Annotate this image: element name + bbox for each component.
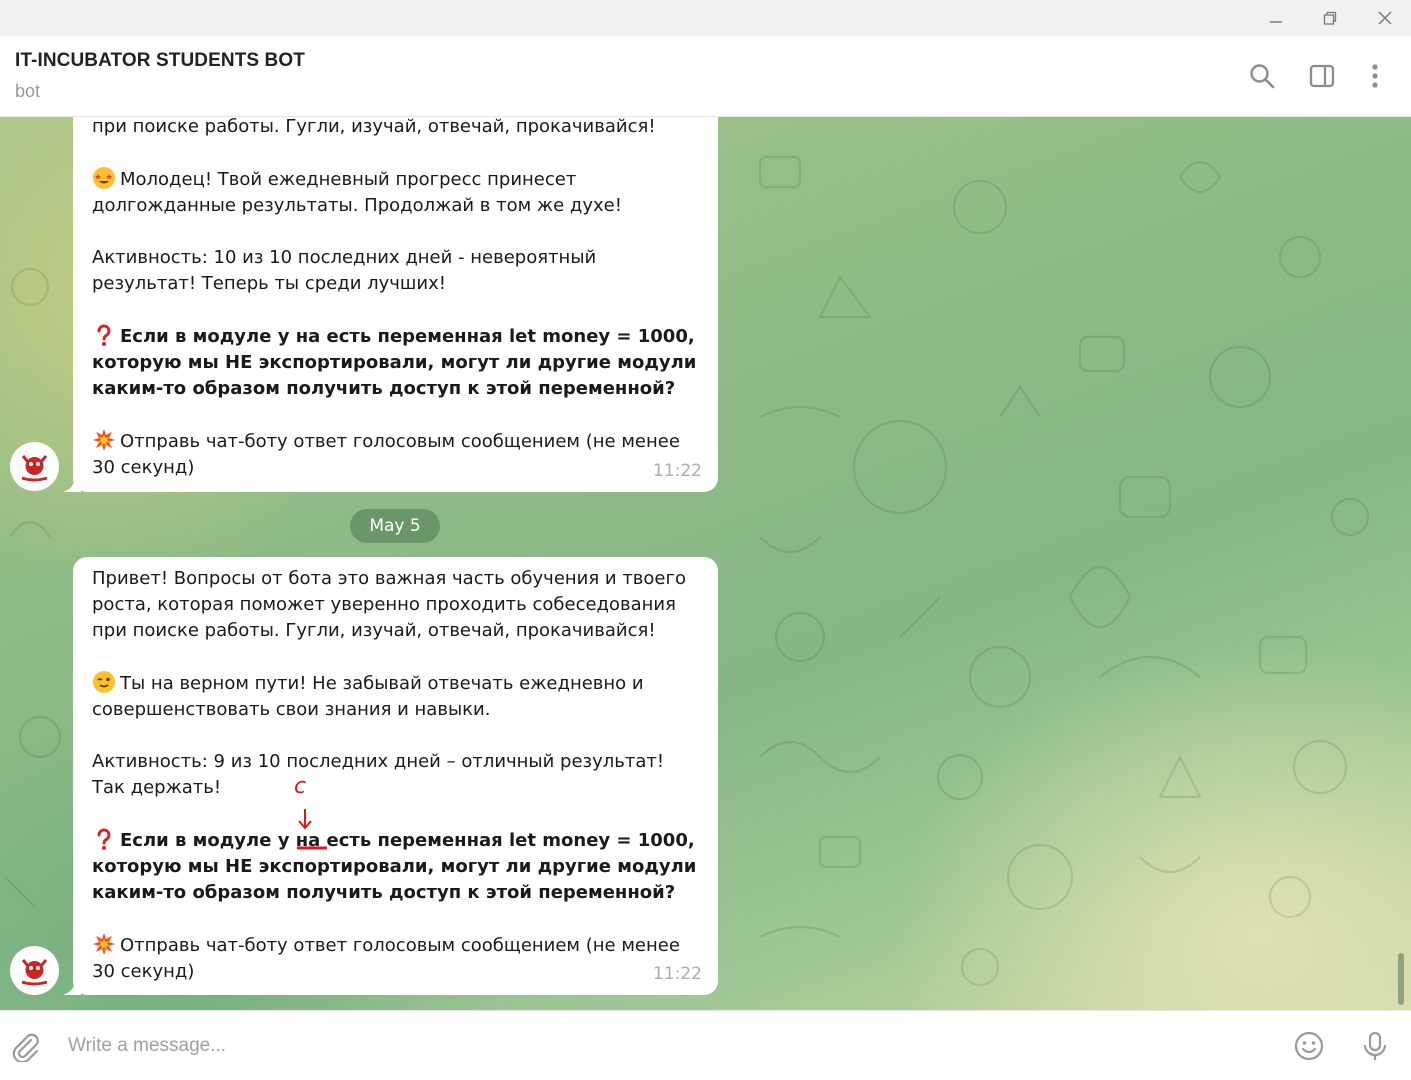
message-praise: Молодец! Твой ежедневный прогресс принес… — [92, 166, 698, 219]
chat-title[interactable]: IT-INCUBATOR STUDENTS BOT — [15, 50, 305, 72]
winking-face-emoji — [93, 671, 115, 693]
praise-text: Молодец! Твой ежедневный прогресс принес… — [92, 169, 622, 216]
red-question-mark-emoji — [97, 828, 111, 850]
attach-icon — [12, 1033, 39, 1062]
minimize-button[interactable] — [1253, 0, 1299, 36]
message-activity: Активность: 9 из 10 последних дней – отл… — [92, 749, 698, 801]
activity-count: 9 — [213, 751, 225, 772]
chat-status: bot — [15, 81, 41, 101]
activity-label: Активность: — [92, 751, 214, 772]
question-text-before: Если в модуле у на — [120, 830, 321, 851]
message-time: 11:22 — [653, 461, 702, 481]
activity-separator: из — [225, 751, 258, 772]
activity-label: Активность: — [92, 247, 214, 268]
activity-count: 10 — [213, 247, 237, 268]
bubble-tail — [63, 476, 81, 492]
sidebar-toggle-icon — [1309, 64, 1335, 88]
close-icon — [1378, 11, 1392, 25]
emoji-button[interactable] — [1290, 1027, 1328, 1065]
question-text: Если в модуле у на есть переменная let m… — [92, 830, 696, 903]
collision-emoji — [93, 933, 115, 955]
search-icon — [1250, 64, 1275, 89]
minimize-icon — [1270, 21, 1282, 23]
activity-separator: из — [236, 247, 270, 268]
message-intro: Привет! Вопросы от бота это важная часть… — [92, 568, 686, 641]
activity-total: 10 — [269, 247, 293, 268]
message-question: Если в модуле у на есть переменная let m… — [92, 827, 698, 906]
message-activity: Активность: 10 из 10 последних дней - не… — [92, 245, 698, 297]
bot-message[interactable]: при поиске работы. Гугли, изучай, отвеча… — [63, 117, 718, 492]
bot-avatar[interactable] — [10, 946, 59, 995]
more-options-button[interactable] — [1357, 58, 1393, 94]
search-button[interactable] — [1244, 58, 1280, 94]
message-praise: Ты на верном пути! Не забывай отвечать е… — [92, 670, 698, 723]
attach-button[interactable] — [6, 1027, 44, 1065]
chat-scrollbar-thumb[interactable] — [1398, 953, 1404, 1005]
message-composer — [0, 1010, 1411, 1080]
sidebar-toggle-button[interactable] — [1304, 58, 1340, 94]
window-titlebar — [0, 0, 1411, 36]
restore-button[interactable] — [1307, 0, 1353, 36]
message-task: Отправь чат-боту ответ голосовым сообщен… — [92, 932, 698, 985]
activity-total: 10 — [257, 751, 281, 772]
chat-scrollbar[interactable] — [1396, 117, 1406, 1010]
bot-message[interactable]: Привет! Вопросы от бота это важная часть… — [63, 557, 718, 995]
collision-emoji — [93, 429, 115, 451]
microphone-icon — [1363, 1031, 1387, 1060]
task-text: Отправь чат-боту ответ голосовым сообщен… — [92, 935, 680, 982]
voice-record-button[interactable] — [1356, 1027, 1394, 1065]
bot-avatar-logo — [10, 946, 59, 995]
red-question-mark-emoji — [97, 324, 111, 346]
typo-annotation-arrow — [298, 809, 312, 830]
date-separator: May 5 — [350, 509, 440, 543]
message-question: Если в модуле у на есть переменная let m… — [92, 323, 698, 402]
typo-annotation-letter: с — [294, 774, 307, 799]
emoji-icon — [1294, 1031, 1324, 1061]
bot-avatar[interactable] — [10, 442, 59, 491]
praise-text: Ты на верном пути! Не забывай отвечать е… — [92, 673, 644, 720]
close-window-button[interactable] — [1362, 0, 1408, 36]
typo-annotation-underline — [297, 846, 327, 850]
chat-header: IT-INCUBATOR STUDENTS BOT bot — [0, 36, 1411, 117]
message-input[interactable] — [66, 1029, 1250, 1063]
bubble-tail — [63, 979, 81, 995]
message-time: 11:22 — [653, 964, 702, 984]
more-vertical-icon — [1372, 64, 1378, 88]
question-text: Если в модуле у на есть переменная let m… — [92, 326, 697, 399]
bot-avatar-logo — [10, 442, 59, 491]
task-text: Отправь чат-боту ответ голосовым сообщен… — [92, 431, 680, 478]
message-task: Отправь чат-боту ответ голосовым сообщен… — [92, 428, 698, 481]
message-text-partial: при поиске работы. Гугли, изучай, отвеча… — [92, 117, 656, 137]
restore-icon — [1323, 11, 1337, 25]
star-struck-emoji — [93, 167, 115, 189]
chat-history[interactable]: при поиске работы. Гугли, изучай, отвеча… — [0, 117, 1411, 1010]
